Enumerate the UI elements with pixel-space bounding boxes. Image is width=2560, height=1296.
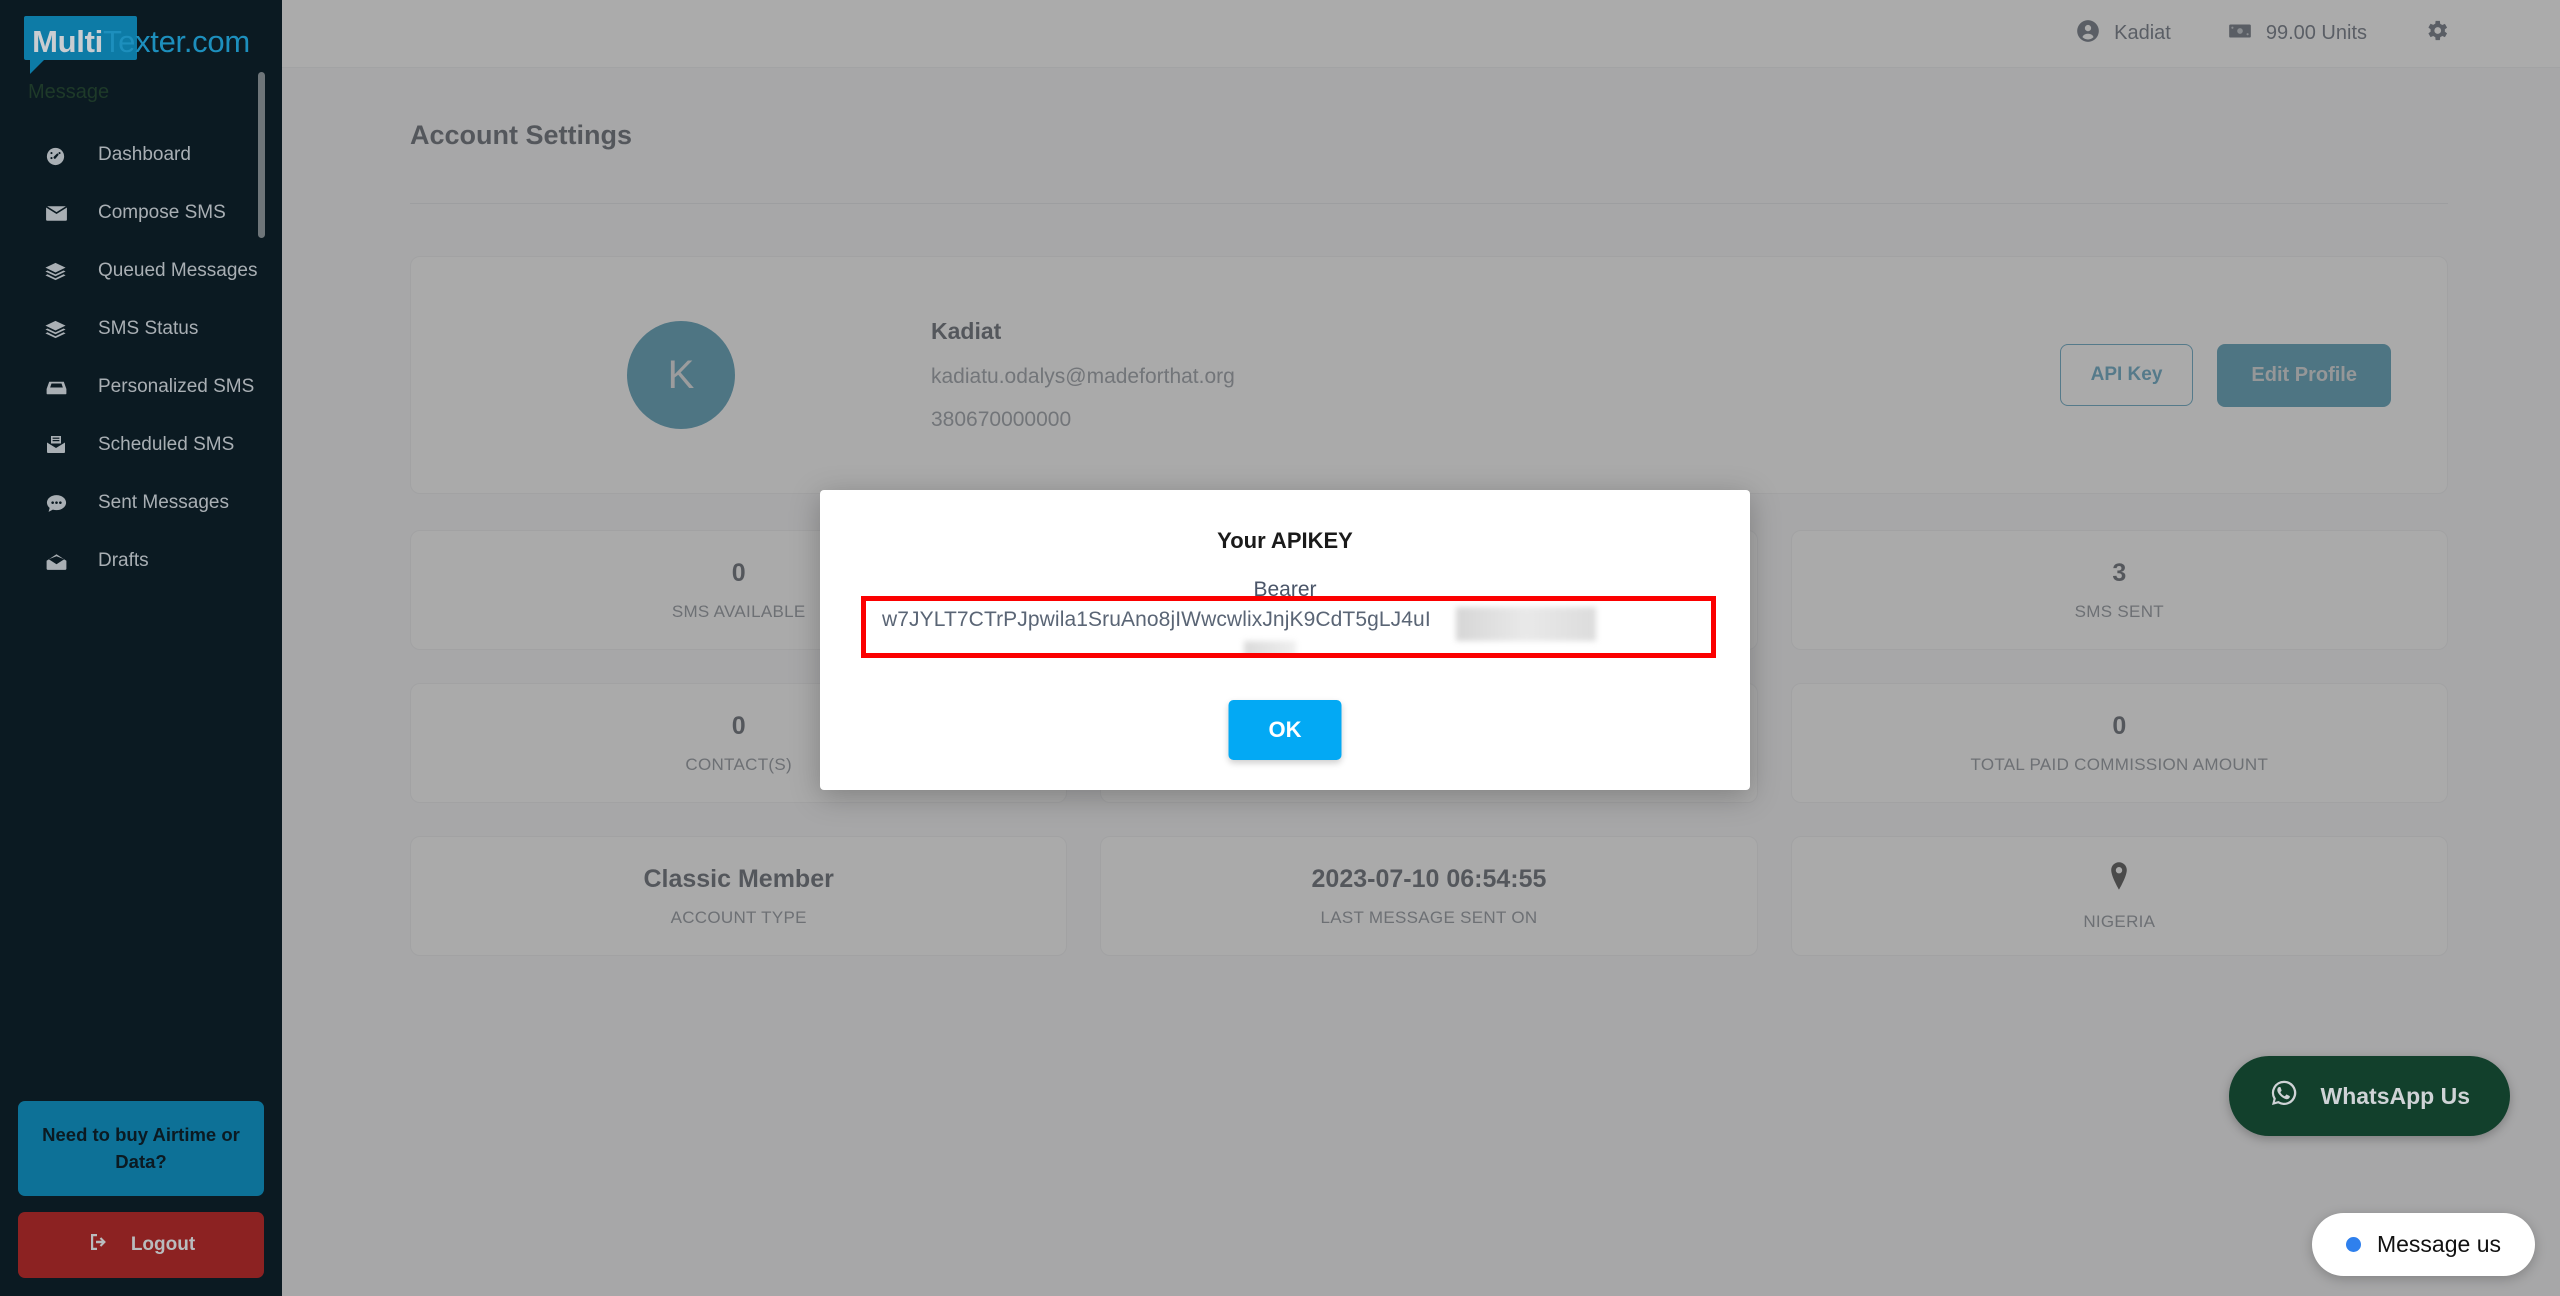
stat-label: SMS SENT (2074, 601, 2164, 621)
stat-card-account-type: Classic Member ACCOUNT TYPE (410, 836, 1068, 956)
profile-info: Kadiat kadiatu.odalys@madeforthat.org 38… (931, 318, 2060, 432)
brand-logo[interactable]: Multi Texter.com (0, 0, 282, 75)
api-key-button[interactable]: API Key (2059, 344, 2194, 406)
sidebar-item-queued-messages[interactable]: Queued Messages (0, 242, 282, 300)
logo-text-secondary: Texter.com (102, 24, 250, 59)
sidebar-item-scheduled-sms[interactable]: Scheduled SMS (0, 416, 282, 474)
sidebar-scrollbar[interactable] (258, 72, 265, 238)
apikey-modal: Your APIKEY Bearer w7JYLT7CTrPJpwila1Sru… (820, 490, 1750, 790)
apikey-field[interactable]: w7JYLT7CTrPJpwila1SruAno8jIWwcwlixJnjK9C… (861, 596, 1716, 658)
message-us-widget[interactable]: Message us (2311, 1213, 2535, 1276)
redaction-block (1456, 607, 1596, 641)
map-pin-icon (2108, 861, 2130, 898)
topbar-user[interactable]: Kadiat (2075, 18, 2171, 50)
sidebar-item-compose-sms[interactable]: Compose SMS (0, 184, 282, 242)
gear-icon (2423, 17, 2450, 50)
money-bill-icon (2227, 18, 2253, 50)
stat-value: 0 (731, 711, 746, 740)
sidebar-item-label: Drafts (98, 550, 149, 571)
stat-value: 0 (2112, 711, 2127, 740)
profile-phone: 380670000000 (931, 408, 1072, 431)
stat-card-country: NIGERIA (1790, 836, 2448, 956)
stat-label: ACCOUNT TYPE (670, 907, 807, 927)
sidebar-item-dashboard[interactable]: Dashboard (0, 126, 282, 184)
redaction-block (1244, 641, 1296, 653)
stat-value: 2023-07-10 06:54:55 (1311, 864, 1547, 893)
stat-label: CONTACT(S) (685, 754, 792, 774)
title-divider (410, 203, 2448, 204)
stat-card-total-paid-commission: 0 TOTAL PAID COMMISSION AMOUNT (1790, 683, 2448, 803)
sidebar-section-title: Message (28, 81, 110, 103)
sidebar-item-label: Sent Messages (98, 492, 229, 513)
stat-value: 3 (2112, 558, 2127, 587)
stat-value: Classic Member (643, 864, 834, 893)
profile-actions: API Key Edit Profile (2059, 343, 2391, 407)
topbar-units-value: 99.00 Units (2265, 22, 2367, 44)
buy-airtime-button[interactable]: Need to buy Airtime or Data? (18, 1100, 264, 1196)
inbox-icon (44, 375, 72, 400)
profile-card: K Kadiat kadiatu.odalys@madeforthat.org … (410, 256, 2448, 494)
logout-icon (87, 1230, 111, 1260)
sidebar: Multi Texter.com Message Dashboard Compos… (0, 0, 282, 1296)
message-us-label: Message us (2376, 1231, 2501, 1257)
user-circle-icon (2075, 18, 2101, 50)
sidebar-item-label: Compose SMS (98, 202, 226, 223)
stat-label: SMS AVAILABLE (671, 601, 806, 621)
sidebar-item-label: Personalized SMS (98, 376, 255, 397)
avatar: K (627, 321, 735, 429)
profile-email: kadiatu.odalys@madeforthat.org (931, 365, 1235, 388)
logout-label: Logout (130, 1234, 196, 1255)
logout-button[interactable]: Logout (18, 1212, 264, 1278)
stat-label: LAST MESSAGE SENT ON (1320, 907, 1538, 927)
sidebar-nav: Dashboard Compose SMS Queued Messages SM… (0, 126, 282, 590)
sidebar-footer: Need to buy Airtime or Data? Logout (18, 1100, 264, 1278)
status-dot-icon (2345, 1237, 2361, 1252)
stat-card-sms-sent: 3 SMS SENT (1790, 530, 2448, 650)
envelope-badge-icon (44, 433, 72, 457)
gauge-icon (44, 144, 72, 167)
whatsapp-icon (2269, 1078, 2299, 1114)
apikey-value: w7JYLT7CTrPJpwila1SruAno8jIWwcwlixJnjK9C… (882, 608, 1431, 631)
comment-dots-icon (44, 491, 72, 516)
stat-label: TOTAL PAID COMMISSION AMOUNT (1970, 754, 2269, 774)
page-title: Account Settings (410, 120, 633, 150)
topbar-settings[interactable] (2423, 17, 2450, 50)
modal-ok-button[interactable]: OK (1228, 700, 1342, 760)
modal-title: Your APIKEY (1217, 528, 1353, 553)
sidebar-item-drafts[interactable]: Drafts (0, 532, 282, 590)
sidebar-item-label: Scheduled SMS (98, 434, 235, 455)
sidebar-item-sms-status[interactable]: SMS Status (0, 300, 282, 358)
open-envelope-icon (44, 549, 72, 574)
logo-text-primary: Multi (32, 24, 103, 59)
topbar-units[interactable]: 99.00 Units (2227, 18, 2367, 50)
stat-value: 0 (731, 558, 746, 587)
sidebar-item-sent-messages[interactable]: Sent Messages (0, 474, 282, 532)
sidebar-item-label: Queued Messages (98, 260, 258, 281)
whatsapp-label: WhatsApp Us (2320, 1082, 2471, 1109)
layers-icon (44, 260, 72, 283)
app-root: Multi Texter.com Message Dashboard Compos… (0, 0, 2560, 1296)
topbar-user-name: Kadiat (2114, 22, 2171, 44)
sidebar-item-label: SMS Status (98, 318, 199, 339)
whatsapp-us-button[interactable]: WhatsApp Us (2228, 1056, 2510, 1136)
stat-label: NIGERIA (2083, 911, 2156, 931)
layers-icon (44, 318, 72, 341)
stat-card-last-message-sent: 2023-07-10 06:54:55 LAST MESSAGE SENT ON (1100, 836, 1758, 956)
envelope-icon (44, 201, 72, 226)
topbar: Kadiat 99.00 Units (282, 0, 2560, 68)
profile-name: Kadiat (931, 318, 1002, 344)
sidebar-item-personalized-sms[interactable]: Personalized SMS (0, 358, 282, 416)
edit-profile-button[interactable]: Edit Profile (2217, 343, 2391, 407)
sidebar-item-label: Dashboard (98, 144, 191, 165)
